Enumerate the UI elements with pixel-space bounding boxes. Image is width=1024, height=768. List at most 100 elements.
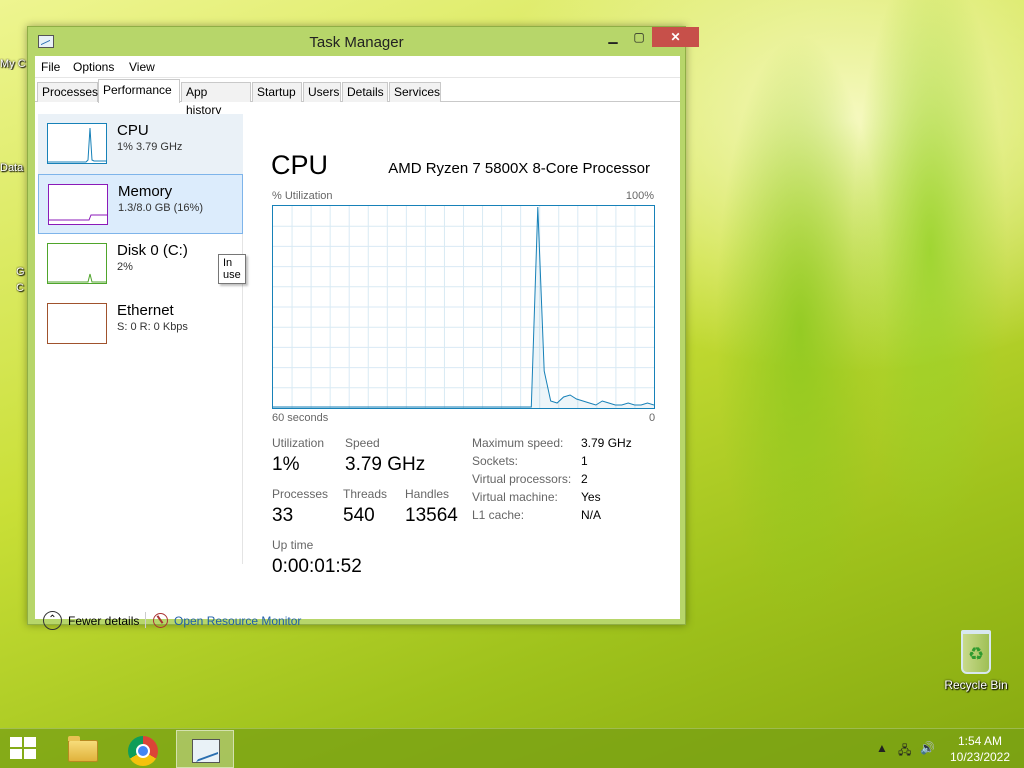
open-resource-monitor-link[interactable]: Open Resource Monitor: [174, 614, 301, 628]
detail-key: Virtual machine:: [472, 490, 558, 504]
system-clock[interactable]: 1:54 AM 10/23/2022: [940, 733, 1020, 765]
desktop-icon-label: My C: [0, 58, 26, 70]
handles-label: Handles: [405, 487, 450, 501]
fewer-details-button[interactable]: Fewer details: [68, 614, 139, 628]
taskbar-file-explorer[interactable]: [52, 730, 110, 768]
sidebar-item-ethernet[interactable]: Ethernet S: 0 R: 0 Kbps: [38, 294, 243, 354]
sidebar-item-disk[interactable]: Disk 0 (C:) 2%: [38, 234, 243, 294]
detail-key: Maximum speed:: [472, 436, 564, 450]
graph-x-label: 60 seconds: [272, 412, 329, 424]
recycle-bin[interactable]: Recycle Bin: [940, 630, 1012, 692]
detail-key: Virtual processors:: [472, 472, 572, 486]
handles-value: 13564: [405, 505, 458, 526]
processes-value: 33: [272, 505, 294, 526]
tab-app-history[interactable]: App history: [181, 82, 251, 117]
network-icon[interactable]: 🖧: [898, 741, 911, 762]
graph-y-label: % Utilization: [272, 190, 333, 202]
sidebar-item-value: 1% 3.79 GHz: [117, 141, 183, 153]
page-title: CPU: [271, 150, 329, 180]
speed-label: Speed: [345, 436, 380, 450]
utilization-value: 1%: [272, 454, 300, 475]
folder-icon: [68, 736, 98, 762]
title-bar[interactable]: Task Manager ▁ ▢ ✕: [28, 27, 699, 57]
taskbar: ▲ 🖧 🔊 1:54 AM 10/23/2022: [0, 728, 1024, 768]
cpu-utilization-chart: [273, 206, 655, 408]
volume-icon[interactable]: 🔊: [920, 741, 935, 755]
cpu-thumbnail-graph: [47, 123, 107, 164]
sidebar-item-name: CPU: [117, 122, 149, 139]
processes-label: Processes: [272, 487, 329, 501]
windows-logo-pane: [24, 737, 36, 747]
disk-thumbnail-chart: [48, 273, 106, 283]
resource-sidebar: CPU 1% 3.79 GHz Memory 1.3/8.0 GB (16%) …: [38, 114, 246, 564]
chevron-up-icon[interactable]: ⌃: [43, 611, 62, 630]
cpu-thumbnail-chart: [48, 127, 106, 163]
menu-bar: File Options View: [35, 56, 680, 78]
detail-value: N/A: [581, 508, 602, 522]
recycle-bin-icon: [961, 630, 991, 674]
tab-startup[interactable]: Startup: [252, 82, 302, 102]
clock-date: 10/23/2022: [949, 750, 1011, 764]
sidebar-item-value: 2%: [117, 261, 133, 273]
taskbar-chrome[interactable]: [114, 730, 172, 768]
uptime-label: Up time: [272, 538, 314, 552]
desktop-icon-label: C: [16, 282, 24, 294]
task-manager-icon: [192, 739, 220, 763]
speed-value: 3.79 GHz: [345, 454, 426, 475]
utilization-label: Utilization: [272, 436, 325, 450]
close-button[interactable]: ✕: [652, 27, 699, 47]
graph-x-min: 0: [649, 412, 656, 424]
task-manager-window: Task Manager ▁ ▢ ✕ File Options View Pro…: [27, 26, 699, 630]
menu-view[interactable]: View: [129, 60, 155, 74]
detail-value: 1: [581, 454, 588, 468]
windows-logo-pane: [10, 737, 22, 747]
desktop-icon-label: G: [16, 266, 25, 278]
window-client: File Options View Processes Performance …: [35, 56, 680, 630]
sidebar-item-name: Disk 0 (C:): [117, 242, 188, 259]
threads-value: 540: [343, 505, 375, 526]
menu-file[interactable]: File: [41, 60, 60, 74]
disk-thumbnail-graph: [47, 243, 107, 284]
show-hidden-icons-icon[interactable]: ▲: [876, 741, 888, 755]
uptime-value: 0:00:01:52: [272, 556, 362, 577]
tab-processes[interactable]: Processes: [37, 82, 98, 102]
memory-thumbnail-chart: [49, 214, 107, 221]
sidebar-item-value: S: 0 R: 0 Kbps: [117, 321, 188, 333]
memory-tooltip: In use: [218, 254, 246, 284]
footer-divider: [145, 612, 146, 628]
chrome-icon: [128, 736, 158, 766]
sidebar-item-value: 1.3/8.0 GB (16%): [118, 202, 203, 214]
sidebar-item-cpu[interactable]: CPU 1% 3.79 GHz: [38, 114, 243, 174]
taskbar-task-manager[interactable]: [176, 730, 234, 768]
detail-value: Yes: [581, 490, 601, 504]
start-button[interactable]: [10, 737, 38, 761]
windows-logo-pane: [24, 749, 36, 759]
maximize-button[interactable]: ▢: [626, 27, 652, 47]
detail-key: L1 cache:: [472, 508, 525, 522]
tab-details[interactable]: Details: [342, 82, 388, 102]
sidebar-item-memory[interactable]: Memory 1.3/8.0 GB (16%): [38, 174, 243, 234]
tab-users[interactable]: Users: [303, 82, 341, 102]
processor-name: AMD Ryzen 7 5800X 8-Core Processor: [388, 160, 650, 177]
threads-label: Threads: [343, 487, 388, 501]
tab-performance[interactable]: Performance: [98, 79, 180, 103]
detail-key: Sockets:: [472, 454, 519, 468]
tab-services[interactable]: Services: [389, 82, 441, 102]
ethernet-thumbnail-graph: [47, 303, 107, 344]
sidebar-item-name: Ethernet: [117, 302, 174, 319]
detail-value: 3.79 GHz: [581, 436, 632, 450]
minimize-button[interactable]: ▁: [600, 27, 626, 47]
cpu-utilization-graph: [272, 205, 655, 409]
tab-bar: Processes Performance App history Startu…: [35, 78, 680, 117]
detail-value: 2: [581, 472, 588, 486]
desktop-icon-label: Data: [0, 162, 24, 174]
sidebar-item-name: Memory: [118, 183, 173, 200]
graph-y-max: 100%: [625, 190, 654, 202]
recycle-bin-label: Recycle Bin: [944, 678, 1008, 692]
menu-options[interactable]: Options: [73, 60, 114, 74]
window-title: Task Manager: [309, 34, 404, 51]
resource-monitor-icon[interactable]: [153, 613, 168, 628]
clock-time: 1:54 AM: [957, 734, 1003, 748]
memory-thumbnail-graph: [48, 184, 108, 225]
windows-logo-pane: [10, 749, 22, 759]
